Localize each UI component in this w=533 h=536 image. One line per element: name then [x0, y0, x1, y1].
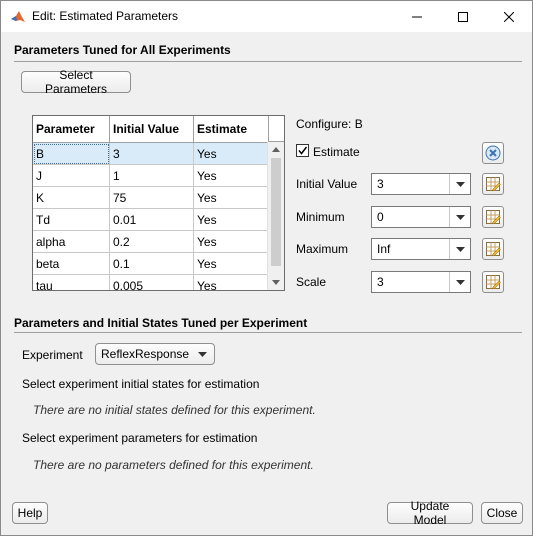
close-icon	[504, 11, 514, 22]
table-header-corner	[268, 116, 284, 142]
cell-initial-value[interactable]: 75	[110, 187, 194, 209]
window-title: Edit: Estimated Parameters	[32, 9, 179, 23]
scale-combobox[interactable]: 3	[371, 271, 471, 293]
dialog-window: Edit: Estimated Parameters Parameters Tu…	[0, 0, 533, 536]
edit-maximum-button[interactable]	[482, 238, 504, 260]
help-button[interactable]: Help	[12, 502, 48, 524]
minimum-combobox[interactable]: 0	[371, 206, 471, 228]
cell-initial-value[interactable]: 0.01	[110, 209, 194, 231]
cell-parameter[interactable]: B	[33, 143, 110, 165]
minimize-button[interactable]	[394, 1, 440, 32]
chevron-down-icon[interactable]	[449, 174, 470, 194]
cell-parameter[interactable]: J	[33, 165, 110, 187]
cell-parameter[interactable]: beta	[33, 253, 110, 275]
section-title-per-experiment: Parameters and Initial States Tuned per …	[14, 316, 308, 330]
maximize-button[interactable]	[440, 1, 486, 32]
minimum-value: 0	[377, 210, 384, 224]
experiment-label: Experiment	[22, 348, 83, 362]
initial-states-heading: Select experiment initial states for est…	[22, 377, 260, 391]
scale-value: 3	[377, 275, 384, 289]
cell-initial-value[interactable]: 0.005	[110, 275, 194, 290]
cell-estimate[interactable]: Yes	[194, 209, 269, 231]
section-divider	[14, 332, 522, 333]
initial-states-empty-message: There are no initial states defined for …	[33, 403, 316, 417]
cell-initial-value[interactable]: 1	[110, 165, 194, 187]
maximum-value: Inf	[377, 242, 391, 256]
table-row[interactable]: Td 0.01 Yes	[33, 209, 269, 231]
remove-parameter-button[interactable]	[482, 142, 504, 164]
table-edit-icon	[486, 177, 501, 192]
cell-initial-value[interactable]: 3	[110, 143, 194, 165]
chevron-down-icon	[198, 352, 207, 357]
column-header-estimate[interactable]: Estimate	[194, 116, 269, 142]
cell-initial-value[interactable]: 0.2	[110, 231, 194, 253]
edit-scale-button[interactable]	[482, 271, 504, 293]
estimate-checkbox[interactable]	[296, 144, 309, 157]
experiment-dropdown[interactable]: ReflexResponse	[95, 343, 215, 365]
chevron-down-icon[interactable]	[449, 207, 470, 227]
column-header-parameter[interactable]: Parameter	[33, 116, 110, 142]
initial-value-value: 3	[377, 177, 384, 191]
table-row[interactable]: K 75 Yes	[33, 187, 269, 209]
table-row[interactable]: tau 0.005 Yes	[33, 275, 269, 290]
initial-value-label: Initial Value	[296, 177, 358, 191]
cell-estimate[interactable]: Yes	[194, 187, 269, 209]
table-row[interactable]: J 1 Yes	[33, 165, 269, 187]
table-edit-icon	[486, 242, 501, 257]
scroll-down-icon[interactable]	[272, 280, 280, 285]
table-edit-icon	[486, 275, 501, 290]
experiment-parameters-heading: Select experiment parameters for estimat…	[22, 431, 258, 445]
parameters-table[interactable]: Parameter Initial Value Estimate B 3 Yes…	[32, 115, 285, 291]
cell-estimate[interactable]: Yes	[194, 231, 269, 253]
select-parameters-button[interactable]: Select Parameters	[21, 68, 131, 96]
section-divider	[14, 61, 522, 62]
experiment-parameters-empty-message: There are no parameters defined for this…	[33, 458, 314, 472]
table-vertical-scrollbar[interactable]	[267, 142, 284, 290]
remove-icon	[485, 145, 501, 161]
checkmark-icon	[298, 146, 308, 155]
table-row[interactable]: beta 0.1 Yes	[33, 253, 269, 275]
close-button[interactable]: Close	[481, 502, 523, 524]
table-row[interactable]: alpha 0.2 Yes	[33, 231, 269, 253]
cell-parameter[interactable]: alpha	[33, 231, 110, 253]
cell-estimate[interactable]: Yes	[194, 165, 269, 187]
cell-estimate[interactable]: Yes	[194, 143, 269, 165]
minimize-icon	[412, 16, 422, 17]
table-header: Parameter Initial Value Estimate	[33, 116, 269, 143]
update-model-button[interactable]: Update Model	[387, 499, 473, 527]
table-row[interactable]: B 3 Yes	[33, 143, 269, 165]
initial-value-combobox[interactable]: 3	[371, 173, 471, 195]
cell-estimate[interactable]: Yes	[194, 275, 269, 290]
close-window-button[interactable]	[486, 1, 532, 32]
maximize-icon	[458, 11, 468, 22]
cell-parameter[interactable]: Td	[33, 209, 110, 231]
scroll-up-icon[interactable]	[272, 147, 280, 152]
table-edit-icon	[486, 210, 501, 225]
configure-heading: Configure: B	[296, 117, 363, 131]
scale-label: Scale	[296, 275, 327, 289]
section-title-all-experiments: Parameters Tuned for All Experiments	[14, 43, 231, 57]
cell-initial-value[interactable]: 0.1	[110, 253, 194, 275]
edit-initial-value-button[interactable]	[482, 173, 504, 195]
title-bar: Edit: Estimated Parameters	[1, 1, 532, 32]
cell-parameter[interactable]: tau	[33, 275, 110, 290]
edit-minimum-button[interactable]	[482, 206, 504, 228]
estimate-checkbox-label: Estimate	[313, 145, 360, 159]
maximum-label: Maximum	[296, 242, 349, 256]
cell-parameter[interactable]: K	[33, 187, 110, 209]
scrollbar-thumb[interactable]	[271, 158, 281, 266]
matlab-logo-icon	[11, 11, 25, 22]
chevron-down-icon[interactable]	[449, 239, 470, 259]
minimum-label: Minimum	[296, 210, 345, 224]
chevron-down-icon[interactable]	[449, 272, 470, 292]
maximum-combobox[interactable]: Inf	[371, 238, 471, 260]
experiment-value: ReflexResponse	[101, 347, 190, 361]
cell-estimate[interactable]: Yes	[194, 253, 269, 275]
column-header-initial-value[interactable]: Initial Value	[110, 116, 194, 142]
